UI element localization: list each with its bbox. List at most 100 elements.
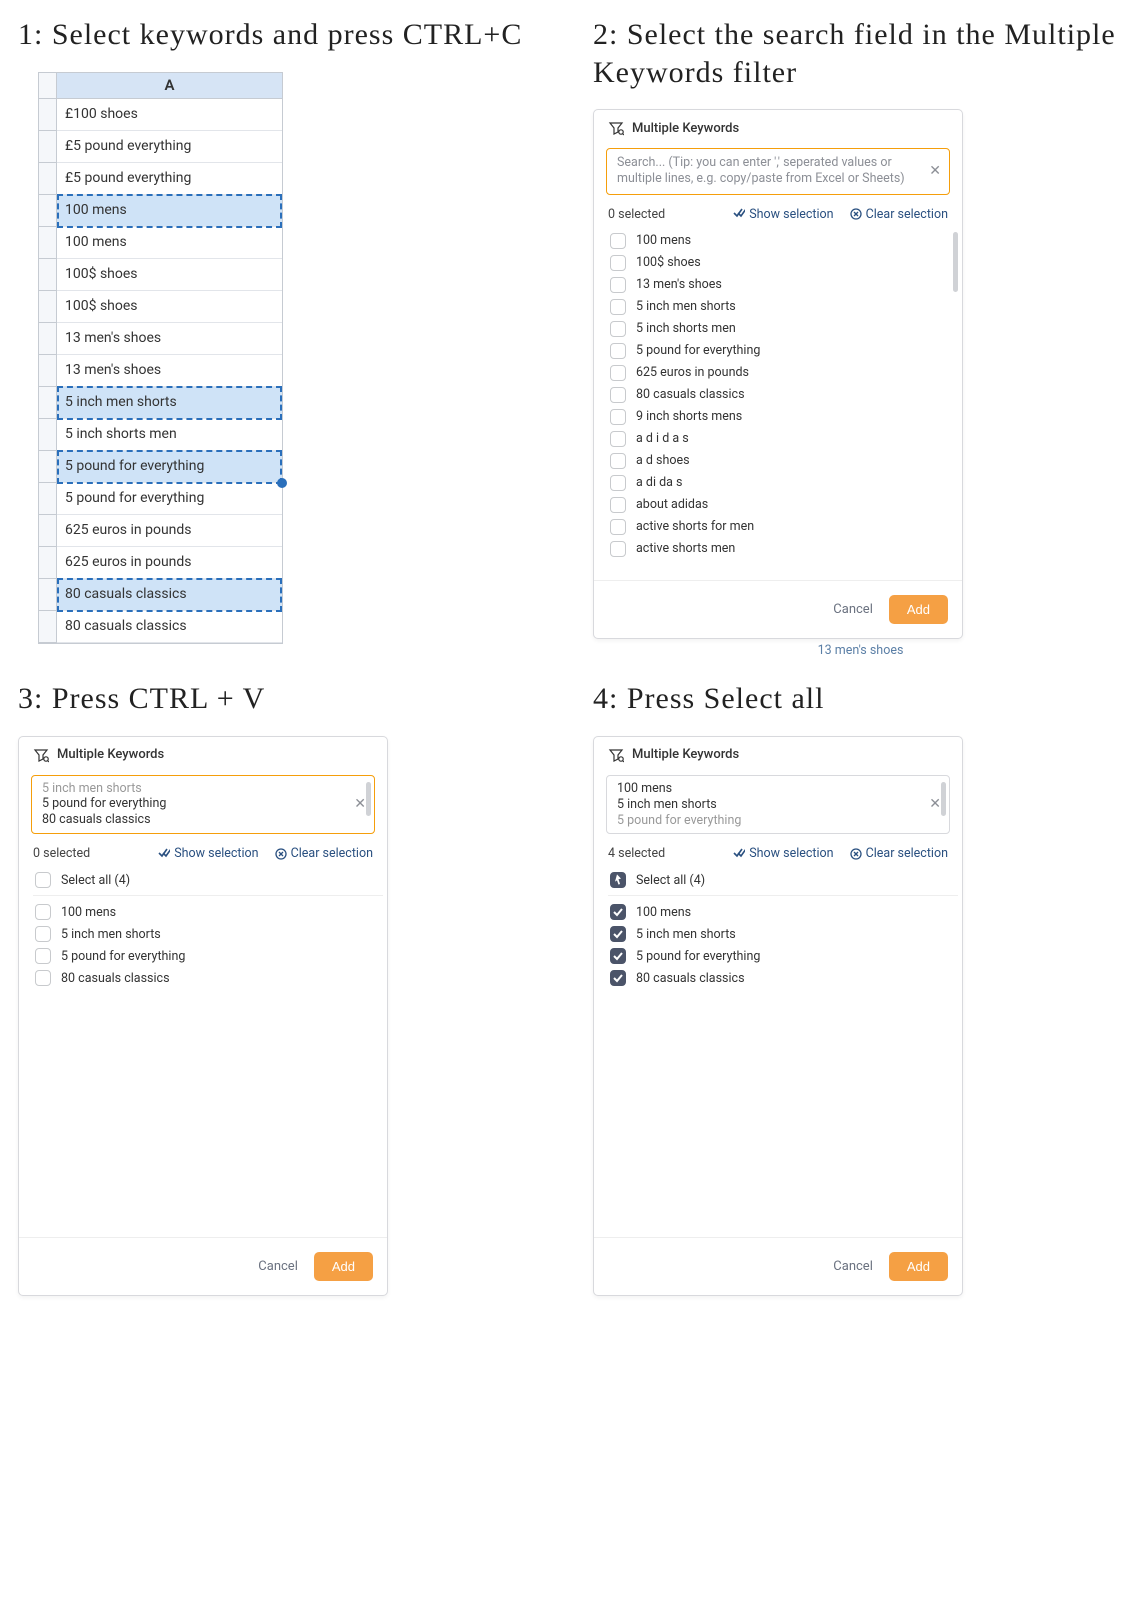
- row-header[interactable]: [39, 323, 57, 355]
- checkbox-icon[interactable]: [610, 904, 626, 920]
- list-item[interactable]: active shorts men: [608, 538, 958, 558]
- cell[interactable]: £100 shoes: [57, 99, 282, 131]
- list-item[interactable]: 100 mens: [608, 895, 958, 923]
- cell[interactable]: 5 inch men shorts: [57, 387, 282, 419]
- list-item[interactable]: 100 mens: [608, 230, 958, 252]
- list-item[interactable]: 13 men's shoes: [608, 274, 958, 296]
- cancel-button[interactable]: Cancel: [833, 1259, 873, 1274]
- row-header[interactable]: [39, 387, 57, 419]
- list-item[interactable]: a di da s: [608, 472, 958, 494]
- list-item[interactable]: 5 pound for everything: [608, 945, 958, 967]
- list-item[interactable]: 9 inch shorts mens: [608, 406, 958, 428]
- list-item[interactable]: 5 inch men shorts: [608, 923, 958, 945]
- sheet-row[interactable]: 80 casuals classics: [39, 579, 282, 611]
- sheet-row[interactable]: 5 pound for everything: [39, 451, 282, 483]
- list-item[interactable]: active shorts for men: [608, 516, 958, 538]
- checkbox-icon[interactable]: [610, 233, 626, 249]
- clear-input-icon[interactable]: ✕: [929, 162, 941, 180]
- show-selection-button[interactable]: Show selection: [733, 207, 833, 222]
- cancel-button[interactable]: Cancel: [258, 1259, 298, 1274]
- list-item[interactable]: 5 inch shorts men: [608, 318, 958, 340]
- add-button[interactable]: Add: [889, 595, 948, 624]
- checkbox-icon[interactable]: [35, 948, 51, 964]
- checkbox-icon[interactable]: [610, 299, 626, 315]
- search-input[interactable]: Search... (Tip: you can enter ',' sepera…: [606, 148, 950, 195]
- sheet-row[interactable]: 5 inch shorts men: [39, 419, 282, 451]
- list-item[interactable]: 80 casuals classics: [608, 384, 958, 406]
- sheet-row[interactable]: 5 pound for everything: [39, 483, 282, 515]
- checkbox-icon[interactable]: [610, 872, 626, 888]
- checkbox-icon[interactable]: [610, 409, 626, 425]
- list-item[interactable]: 5 pound for everything: [608, 340, 958, 362]
- checkbox-icon[interactable]: [610, 321, 626, 337]
- list-item[interactable]: 5 pound for everything: [33, 945, 383, 967]
- checkbox-icon[interactable]: [610, 519, 626, 535]
- list-item[interactable]: a d shoes: [608, 450, 958, 472]
- cell[interactable]: 80 casuals classics: [57, 579, 282, 611]
- search-input[interactable]: 5 inch men shorts5 pound for everything8…: [31, 775, 375, 835]
- cell[interactable]: 5 inch shorts men: [57, 419, 282, 451]
- cell[interactable]: 5 pound for everything: [57, 451, 282, 483]
- row-header[interactable]: [39, 611, 57, 643]
- checkbox-icon[interactable]: [35, 904, 51, 920]
- cell[interactable]: 80 casuals classics: [57, 611, 282, 643]
- cell[interactable]: 100$ shoes: [57, 259, 282, 291]
- checkbox-icon[interactable]: [610, 541, 626, 557]
- list-item[interactable]: 5 inch men shorts: [33, 923, 383, 945]
- sheet-row[interactable]: 100$ shoes: [39, 291, 282, 323]
- sheet-row[interactable]: 13 men's shoes: [39, 323, 282, 355]
- sheet-row[interactable]: 625 euros in pounds: [39, 547, 282, 579]
- sheet-row[interactable]: £100 shoes: [39, 99, 282, 131]
- show-selection-button[interactable]: Show selection: [733, 846, 833, 861]
- checkbox-icon[interactable]: [610, 970, 626, 986]
- add-button[interactable]: Add: [889, 1252, 948, 1281]
- cell[interactable]: 13 men's shoes: [57, 323, 282, 355]
- clear-selection-button[interactable]: Clear selection: [850, 846, 948, 861]
- keyword-list[interactable]: 100 mens100$ shoes13 men's shoes5 inch m…: [608, 230, 958, 558]
- row-header[interactable]: [39, 515, 57, 547]
- row-header[interactable]: [39, 291, 57, 323]
- checkbox-icon[interactable]: [35, 926, 51, 942]
- list-item[interactable]: 100$ shoes: [608, 252, 958, 274]
- input-scrollbar[interactable]: [941, 782, 946, 817]
- row-header[interactable]: [39, 163, 57, 195]
- checkbox-icon[interactable]: [610, 453, 626, 469]
- sheet-row[interactable]: 13 men's shoes: [39, 355, 282, 387]
- cell[interactable]: 625 euros in pounds: [57, 547, 282, 579]
- checkbox-icon[interactable]: [35, 970, 51, 986]
- checkbox-icon[interactable]: [610, 475, 626, 491]
- sheet-row[interactable]: 100$ shoes: [39, 259, 282, 291]
- checkbox-icon[interactable]: [610, 387, 626, 403]
- sheet-row[interactable]: £5 pound everything: [39, 131, 282, 163]
- clear-selection-button[interactable]: Clear selection: [275, 846, 373, 861]
- row-header[interactable]: [39, 547, 57, 579]
- cell[interactable]: 5 pound for everything: [57, 483, 282, 515]
- sheet-row[interactable]: 100 mens: [39, 195, 282, 227]
- search-input[interactable]: 100 mens5 inch men shorts5 pound for eve…: [606, 775, 950, 835]
- checkbox-icon[interactable]: [610, 365, 626, 381]
- row-header[interactable]: [39, 451, 57, 483]
- sheet-row[interactable]: 80 casuals classics: [39, 611, 282, 643]
- keyword-list[interactable]: Select all (4) 100 mens5 inch men shorts5…: [608, 869, 958, 1236]
- cell[interactable]: £5 pound everything: [57, 131, 282, 163]
- row-header[interactable]: [39, 131, 57, 163]
- list-item[interactable]: a d i d a s: [608, 428, 958, 450]
- checkbox-icon[interactable]: [35, 872, 51, 888]
- sheet-row[interactable]: 100 mens: [39, 227, 282, 259]
- row-header[interactable]: [39, 99, 57, 131]
- input-scrollbar[interactable]: [366, 782, 371, 817]
- clear-input-icon[interactable]: ✕: [929, 795, 941, 813]
- select-all-row[interactable]: Select all (4): [608, 869, 958, 891]
- row-header[interactable]: [39, 579, 57, 611]
- select-all-row[interactable]: Select all (4): [33, 869, 383, 891]
- checkbox-icon[interactable]: [610, 343, 626, 359]
- sheet-row[interactable]: 625 euros in pounds: [39, 515, 282, 547]
- cancel-button[interactable]: Cancel: [833, 602, 873, 617]
- column-header-a[interactable]: A: [57, 73, 282, 99]
- row-header[interactable]: [39, 419, 57, 451]
- row-header[interactable]: [39, 227, 57, 259]
- checkbox-icon[interactable]: [610, 948, 626, 964]
- scrollbar[interactable]: [953, 232, 958, 292]
- list-item[interactable]: 80 casuals classics: [608, 967, 958, 989]
- checkbox-icon[interactable]: [610, 431, 626, 447]
